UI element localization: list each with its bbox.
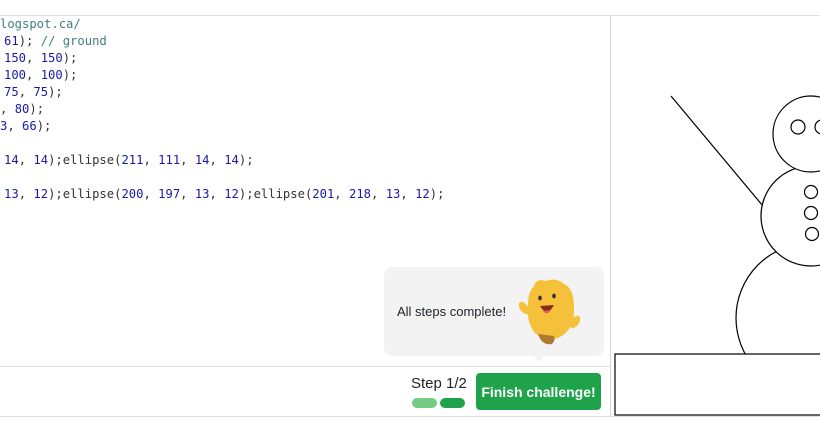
code-token: );: [29, 102, 45, 116]
code-token: ,: [180, 187, 195, 201]
code-token: ,: [143, 187, 159, 201]
snowman-button-1: [803, 184, 819, 200]
bubble-tail: [531, 354, 547, 362]
code-token: );: [62, 51, 78, 65]
code-line[interactable]: 61); // ground: [4, 33, 107, 50]
code-token: 61: [4, 34, 19, 48]
mascot-eye-left: [538, 295, 542, 301]
code-token: ,: [209, 187, 225, 201]
code-token: );: [48, 85, 63, 99]
code-token: 150: [40, 51, 63, 65]
code-token: 211: [121, 153, 144, 167]
snowman-stick-arm: [670, 95, 774, 219]
step-indicator: Step 1/2: [411, 375, 467, 392]
code-token: ,: [180, 153, 195, 167]
code-token: ,: [7, 119, 23, 133]
step-progress-bar: [412, 398, 466, 408]
code-token: ,: [18, 85, 34, 99]
code-line[interactable]: 13, 12);ellipse(200, 197, 13, 12);ellips…: [4, 186, 444, 203]
code-token: logspot.ca/: [0, 17, 81, 31]
output-canvas[interactable]: [611, 16, 820, 416]
code-token: 66: [22, 119, 37, 133]
code-token: // ground: [40, 34, 107, 48]
code-token: 200: [121, 187, 144, 201]
progress-segment-2: [440, 398, 465, 408]
code-token: 14: [224, 153, 239, 167]
code-token: ,: [209, 153, 225, 167]
code-token: );ellipse(: [48, 153, 122, 167]
code-token: ,: [334, 187, 349, 201]
code-token: );: [36, 119, 52, 133]
winston-mascot-icon: [518, 279, 581, 345]
code-token: 100: [40, 68, 63, 82]
code-token: 13: [385, 187, 401, 201]
code-token: 100: [4, 68, 27, 82]
code-line[interactable]: logspot.ca/: [0, 16, 81, 33]
completion-message: All steps complete!: [397, 304, 507, 319]
code-token: 14: [4, 153, 19, 167]
code-token: 80: [14, 102, 30, 116]
code-token: 218: [348, 187, 371, 201]
code-token: 12: [415, 187, 430, 201]
code-token: );: [238, 153, 254, 167]
code-token: );: [429, 187, 445, 201]
bottom-divider: [0, 416, 820, 417]
code-token: ,: [400, 187, 416, 201]
snowman-button-2: [803, 205, 819, 221]
code-token: 111: [158, 153, 181, 167]
code-token: ,: [26, 51, 41, 65]
code-line[interactable]: 100, 100);: [4, 67, 77, 84]
code-token: ,: [143, 153, 159, 167]
code-token: );: [18, 34, 41, 48]
code-token: 12: [224, 187, 239, 201]
progress-segment-1: [412, 398, 437, 408]
code-line[interactable]: 75, 75);: [4, 84, 63, 101]
code-token: 197: [158, 187, 181, 201]
code-token: 12: [33, 187, 49, 201]
code-token: 75: [4, 85, 19, 99]
code-token: 13: [4, 187, 19, 201]
finish-challenge-button[interactable]: Finish challenge!: [476, 373, 601, 410]
code-line[interactable]: , 80);: [0, 101, 44, 118]
footer-divider: [0, 366, 610, 367]
code-token: 13: [194, 187, 210, 201]
code-token: 150: [4, 51, 27, 65]
code-token: ,: [26, 68, 41, 82]
code-line[interactable]: 150, 150);: [4, 50, 77, 67]
code-token: ,: [18, 153, 34, 167]
code-token: );: [62, 68, 78, 82]
code-token: 201: [312, 187, 335, 201]
code-token: 75: [33, 85, 49, 99]
code-token: ,: [371, 187, 386, 201]
code-token: ,: [18, 187, 34, 201]
code-token: 14: [194, 153, 210, 167]
ground-rectangle: [614, 353, 820, 416]
code-token: 14: [33, 153, 49, 167]
mascot-eye-right: [552, 293, 556, 299]
code-token: ,: [0, 102, 15, 116]
code-token: );ellipse(: [48, 187, 122, 201]
code-line[interactable]: 3, 66);: [0, 118, 51, 135]
snowman-button-3: [804, 226, 820, 242]
snowman-eye-left: [790, 119, 806, 135]
snowman-drawing: [614, 95, 820, 416]
code-line[interactable]: 14, 14);ellipse(211, 111, 14, 14);: [4, 152, 254, 169]
code-token: );ellipse(: [238, 187, 313, 201]
